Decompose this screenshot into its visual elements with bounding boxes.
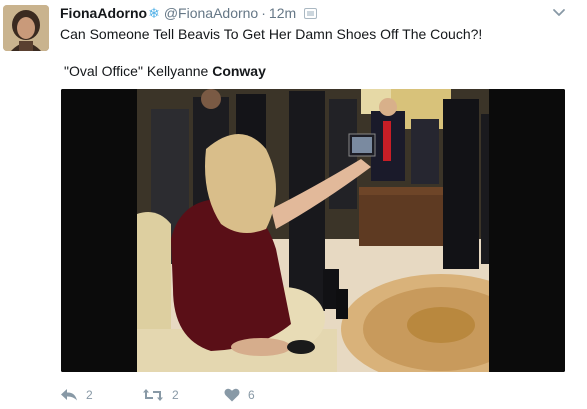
reply-icon (60, 388, 78, 402)
reply-count: 2 (86, 388, 93, 402)
retweet-count: 2 (172, 388, 179, 402)
heart-icon (224, 388, 240, 402)
like-action[interactable]: 6 (224, 386, 255, 404)
tweet-header: FionaAdorno❄ @FionaAdorno · 12m (60, 4, 318, 22)
reply-action[interactable]: 2 (60, 386, 93, 404)
user-handle[interactable]: @FionaAdorno (164, 5, 258, 21)
retweet-icon (142, 388, 164, 402)
tweet-text-line-1: Can Someone Tell Beavis To Get Her Damn … (60, 26, 483, 42)
avatar-image (3, 5, 49, 51)
tweet-text-part: "Oval Office" Kellyanne (64, 63, 213, 79)
tweet: FionaAdorno❄ @FionaAdorno · 12m Can Someone… (0, 0, 587, 409)
oval-office-photo (61, 89, 565, 372)
snowflake-icon: ❄ (148, 5, 160, 21)
tweet-photo[interactable] (61, 89, 565, 372)
retweet-action[interactable]: 2 (142, 386, 179, 404)
avatar[interactable] (3, 5, 49, 51)
like-count: 6 (248, 388, 255, 402)
tweet-text-line-2: "Oval Office" Kellyanne Conway (64, 62, 266, 80)
card-icon (304, 8, 318, 19)
chevron-down-icon[interactable] (552, 5, 566, 19)
tweet-text-bold: Conway (212, 63, 266, 79)
separator: · (261, 5, 266, 21)
display-name[interactable]: FionaAdorno (60, 5, 147, 21)
timestamp[interactable]: 12m (269, 5, 296, 21)
